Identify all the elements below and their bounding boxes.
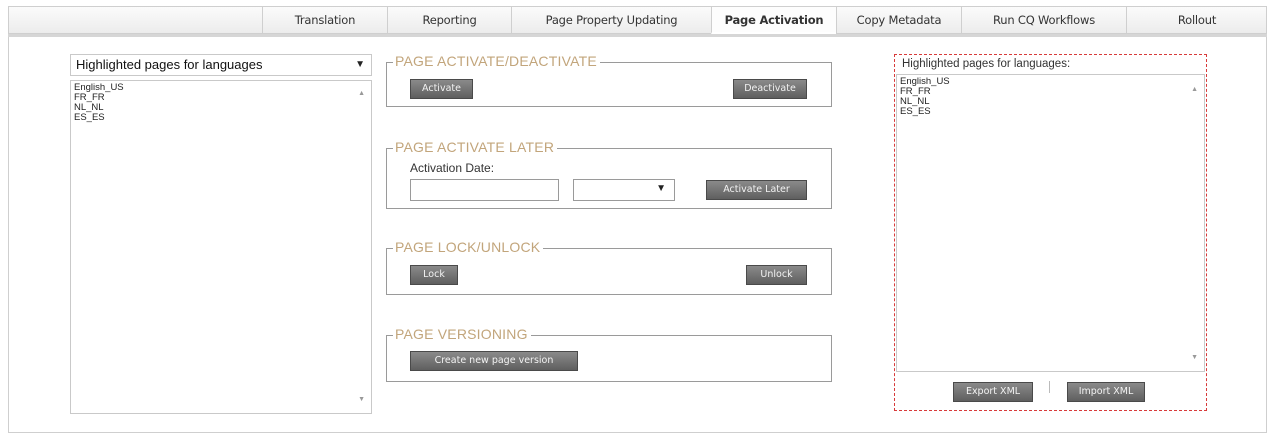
scroll-down-icon[interactable]: ▼ [1191, 353, 1198, 363]
list-item[interactable]: ES_ES [900, 107, 1201, 117]
scroll-down-icon[interactable]: ▼ [358, 395, 365, 405]
deactivate-button[interactable]: Deactivate [733, 79, 807, 99]
list-item[interactable]: ES_ES [74, 113, 368, 123]
section-legend: PAGE ACTIVATE LATER [393, 139, 558, 155]
section-legend: PAGE LOCK/UNLOCK [393, 239, 544, 255]
activation-time-select[interactable]: ▼ [573, 179, 675, 201]
dropdown-arrow-icon: ▼ [355, 59, 365, 70]
list-item[interactable]: FR_FR [74, 93, 368, 103]
dropdown-arrow-icon: ▼ [656, 183, 666, 194]
import-xml-button[interactable]: Import XML [1067, 382, 1145, 402]
list-item[interactable]: NL_NL [900, 97, 1201, 107]
tab-page-property-updating[interactable]: Page Property Updating [511, 7, 711, 34]
export-xml-button[interactable]: Export XML [953, 382, 1033, 402]
tab-copy-metadata[interactable]: Copy Metadata [836, 7, 961, 34]
language-view-select-value: Highlighted pages for languages [76, 57, 263, 72]
highlighted-languages-title: Highlighted pages for languages: [902, 58, 1071, 70]
tab-run-cq-workflows[interactable]: Run CQ Workflows [961, 7, 1126, 34]
tab-translation[interactable]: Translation [262, 7, 387, 34]
lock-button[interactable]: Lock [410, 265, 458, 285]
scroll-up-icon[interactable]: ▲ [1191, 85, 1198, 95]
language-list[interactable]: English_US FR_FR NL_NL ES_ES ▲ ▼ [70, 80, 372, 414]
button-separator [1049, 381, 1050, 393]
list-item[interactable]: NL_NL [74, 103, 368, 113]
activation-date-label: Activation Date: [410, 161, 495, 175]
scroll-up-icon[interactable]: ▲ [358, 89, 365, 99]
language-view-select[interactable]: Highlighted pages for languages ▼ [70, 54, 372, 76]
tab-bar: Translation Reporting Page Property Upda… [8, 6, 1267, 34]
unlock-button[interactable]: Unlock [746, 265, 807, 285]
list-item[interactable]: English_US [900, 77, 1201, 87]
lock-unlock-section: PAGE LOCK/UNLOCK Lock Unlock [386, 239, 832, 295]
section-legend: PAGE ACTIVATE/DEACTIVATE [393, 53, 600, 69]
versioning-section: PAGE VERSIONING Create new page version [386, 326, 832, 382]
list-item[interactable]: FR_FR [900, 87, 1201, 97]
activate-button[interactable]: Activate [410, 79, 473, 99]
highlighted-language-list[interactable]: English_US FR_FR NL_NL ES_ES ▲ ▼ [896, 74, 1205, 372]
tab-reporting[interactable]: Reporting [387, 7, 511, 34]
tab-rollout[interactable]: Rollout [1126, 7, 1267, 34]
activate-deactivate-section: PAGE ACTIVATE/DEACTIVATE Activate Deacti… [386, 53, 832, 107]
list-item[interactable]: English_US [74, 83, 368, 93]
tab-page-activation[interactable]: Page Activation [711, 7, 836, 34]
section-legend: PAGE VERSIONING [393, 326, 531, 342]
activation-date-input[interactable] [410, 179, 559, 201]
create-page-version-button[interactable]: Create new page version [410, 351, 578, 371]
activate-later-button[interactable]: Activate Later [706, 180, 807, 200]
activate-later-section: PAGE ACTIVATE LATER Activation Date: ▼ A… [386, 139, 832, 209]
